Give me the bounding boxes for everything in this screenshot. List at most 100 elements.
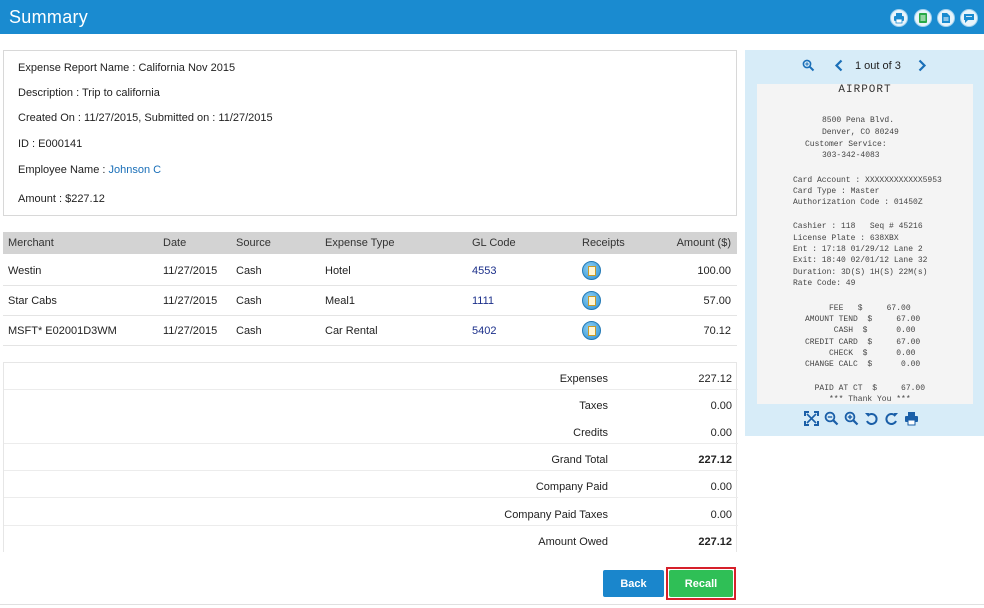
source-cell: Cash <box>236 265 262 277</box>
id-value: E000141 <box>38 138 83 150</box>
report-name-label: Expense Report Name : <box>18 62 139 74</box>
expense-type-cell: Meal1 <box>325 295 355 307</box>
viewer-tools <box>803 408 920 428</box>
receipt-line: Card Type : Master <box>793 187 880 196</box>
receipt-line: AMOUNT TEND $ 67.00 <box>805 315 921 324</box>
amount-owed-value: 227.12 <box>698 536 732 548</box>
receipt-line: CASH $ 0.00 <box>805 326 916 335</box>
report-name-value: California Nov 2015 <box>138 62 236 74</box>
expense-type-cell: Hotel <box>325 265 351 277</box>
totals-label: Credits <box>573 427 608 439</box>
totals-value: 0.00 <box>710 481 732 493</box>
printer-icon[interactable] <box>890 9 908 27</box>
gl-code-cell: 1111 <box>472 295 495 307</box>
back-button[interactable]: Back <box>603 570 664 597</box>
totals-panel: Expenses 227.12 Taxes 0.00 Credits 0.00 … <box>3 362 738 553</box>
receipt-line: FEE $ 67.00 <box>805 304 911 313</box>
report-icon[interactable] <box>914 9 932 27</box>
receipt-line: CHANGE CALC $ 0.00 <box>805 360 921 369</box>
document-icon[interactable] <box>937 9 955 27</box>
col-expense-type: Expense Type <box>325 237 395 249</box>
receipt-icon[interactable] <box>582 321 601 340</box>
grand-total-value: 227.12 <box>698 454 732 466</box>
amount-cell: 57.00 <box>703 295 731 307</box>
merchant-cell: Star Cabs <box>8 295 57 307</box>
totals-row: Grand Total 227.12 <box>4 444 738 471</box>
totals-row: Company Paid Taxes 0.00 <box>4 499 738 526</box>
zoom-in-icon[interactable] <box>843 410 860 427</box>
source-cell: Cash <box>236 325 262 337</box>
table-row[interactable]: Westin 11/27/2015 Cash Hotel 4553 100.00 <box>3 256 737 286</box>
receipt-icon[interactable] <box>582 291 601 310</box>
next-page-icon[interactable] <box>917 59 927 75</box>
receipt-line: License Plate : 638XBX <box>793 234 899 243</box>
receipt-line: Exit: 18:40 02/01/12 Lane 32 <box>793 256 928 265</box>
table-row[interactable]: MSFT* E02001D3WM 11/27/2015 Cash Car Ren… <box>3 316 737 346</box>
amount-label: Amount : <box>18 193 66 205</box>
date-cell: 11/27/2015 <box>163 325 218 337</box>
amount-cell: 100.00 <box>697 265 731 277</box>
employee-link[interactable]: Johnson C <box>108 164 161 176</box>
table-header: Merchant Date Source Expense Type GL Cod… <box>3 232 737 254</box>
receipt-line: CHECK $ 0.00 <box>805 349 916 358</box>
receipt-line: Customer Service: <box>805 140 887 149</box>
page-header: Summary <box>0 0 984 34</box>
receipt-viewer: 1 out of 3 AIRPORT 8500 Pena Blvd. Denve… <box>745 50 984 436</box>
totals-label: Grand Total <box>551 454 608 466</box>
amount-line: Amount : $227.12 <box>18 193 105 205</box>
date-cell: 11/27/2015 <box>163 295 218 307</box>
date-cell: 11/27/2015 <box>163 265 218 277</box>
report-name-line: Expense Report Name : California Nov 201… <box>18 62 235 74</box>
amount-cell: 70.12 <box>703 325 731 337</box>
zoom-icon[interactable] <box>802 59 815 75</box>
receipt-line: Denver, CO 80249 <box>822 128 899 137</box>
totals-value: 0.00 <box>710 427 732 439</box>
col-date: Date <box>163 237 187 249</box>
totals-row: Credits 0.00 <box>4 417 738 444</box>
col-merchant: Merchant <box>8 237 54 249</box>
merchant-cell: MSFT* E02001D3WM <box>8 325 117 337</box>
receipt-line: Rate Code: 49 <box>793 279 856 288</box>
receipt-icon[interactable] <box>582 261 601 280</box>
totals-label: Expenses <box>559 373 608 385</box>
print-icon[interactable] <box>903 410 920 427</box>
id-label: ID : <box>18 138 39 150</box>
receipt-line: 303-342-4083 <box>822 151 880 160</box>
table-row[interactable]: Star Cabs 11/27/2015 Cash Meal1 1111 57.… <box>3 286 737 316</box>
totals-row: Taxes 0.00 <box>4 390 738 417</box>
receipt-line: Authorization Code : 01450Z <box>793 198 923 207</box>
merchant-cell: Westin <box>8 265 42 277</box>
receipt-line: *** Thank You *** <box>829 395 911 404</box>
receipt-line: Cashier : 118 Seq # 45216 <box>793 222 923 231</box>
receipt-image: AIRPORT 8500 Pena Blvd. Denver, CO 80249… <box>757 84 973 404</box>
source-cell: Cash <box>236 295 262 307</box>
created-line: Created On : 11/27/2015, Submitted on : … <box>18 112 273 124</box>
submitted-value: 11/27/2015 <box>218 112 273 124</box>
description-value: Trip to california <box>82 87 160 99</box>
footer-divider <box>0 604 984 605</box>
totals-label: Amount Owed <box>538 536 608 548</box>
created-value: 11/27/2015 <box>84 112 139 124</box>
totals-row: Company Paid 0.00 <box>4 471 738 498</box>
recall-button[interactable]: Recall <box>669 570 733 597</box>
receipt-line: CREDIT CARD $ 67.00 <box>805 338 921 347</box>
viewer-toolbar: 1 out of 3 <box>745 50 984 82</box>
zoom-out-icon[interactable] <box>823 410 840 427</box>
rotate-right-icon[interactable] <box>883 410 900 427</box>
created-label: Created On : <box>18 112 85 124</box>
description-line: Description : Trip to california <box>18 87 160 99</box>
gl-code-cell: 4553 <box>472 265 497 277</box>
rotate-left-icon[interactable] <box>863 410 880 427</box>
totals-label: Taxes <box>579 400 608 412</box>
totals-row: Amount Owed 227.12 <box>4 526 738 553</box>
id-line: ID : E000141 <box>18 138 82 150</box>
fullscreen-icon[interactable] <box>803 410 820 427</box>
comment-icon[interactable] <box>960 9 978 27</box>
description-label: Description : <box>18 87 82 99</box>
previous-page-icon[interactable] <box>834 59 844 75</box>
receipt-line: Ent : 17:18 01/29/12 Lane 2 <box>793 245 923 254</box>
col-amount: Amount ($) <box>676 237 731 249</box>
amount-value: $227.12 <box>65 193 105 205</box>
page-indicator: 1 out of 3 <box>855 60 901 72</box>
expense-type-cell: Car Rental <box>325 325 378 337</box>
